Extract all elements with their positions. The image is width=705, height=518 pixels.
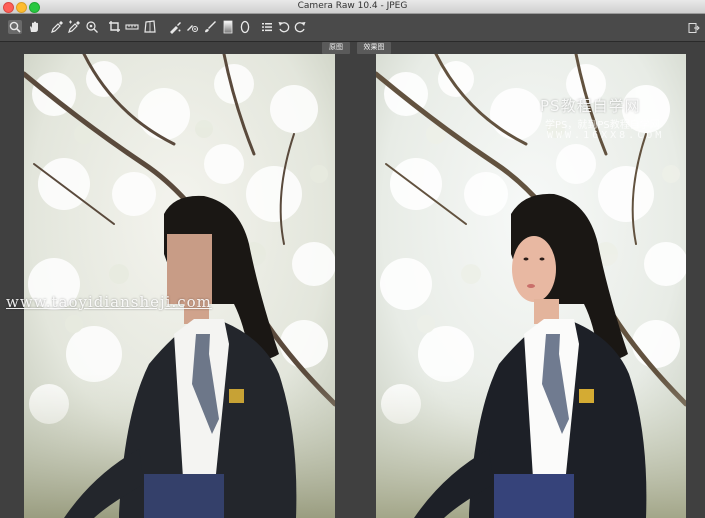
window-titlebar: Camera Raw 10.4 - JPEG <box>0 0 705 14</box>
before-view-label[interactable]: 原图 <box>322 42 350 54</box>
rotate-left-button[interactable] <box>277 20 291 34</box>
brand-watermark: PS教程自学网 <box>540 97 641 115</box>
before-photo <box>24 54 335 518</box>
transform-icon <box>144 20 156 33</box>
zoom-tool[interactable] <box>8 20 22 34</box>
rotate-cw-icon <box>294 22 306 33</box>
window-title: Camera Raw 10.4 - JPEG <box>297 1 408 11</box>
ruler-icon <box>125 24 139 30</box>
eyedropper-icon <box>51 21 63 33</box>
eyedropper-plus-icon <box>68 20 80 33</box>
crop-tool[interactable] <box>108 20 122 34</box>
tagline-watermark: 学PS，就到PS教程自学网 <box>545 120 660 131</box>
ellipse-icon <box>240 20 250 34</box>
brush-icon <box>205 21 216 33</box>
preferences-button[interactable] <box>260 20 274 34</box>
white-balance-tool[interactable] <box>50 20 64 34</box>
graduated-filter-tool[interactable] <box>221 20 235 34</box>
after-view-label[interactable]: 效果图 <box>357 42 391 54</box>
crop-icon <box>109 21 120 32</box>
rotate-ccw-icon <box>278 22 290 33</box>
straighten-tool[interactable] <box>125 20 139 34</box>
list-icon <box>262 23 272 32</box>
red-eye-icon <box>187 25 199 33</box>
exit-icon <box>688 23 700 33</box>
red-eye-tool[interactable] <box>185 20 199 34</box>
targeted-adjustment-tool[interactable] <box>85 20 99 34</box>
before-preview-panel[interactable] <box>24 54 335 518</box>
open-in-photoshop-button[interactable] <box>688 21 700 33</box>
preview-area: 原图 效果图 PS教程自学网 学PS，就到PS教程自学网 WWW.16XX8.C… <box>0 42 705 518</box>
transform-tool[interactable] <box>143 20 157 34</box>
magnifier-icon <box>9 21 21 33</box>
url-watermark: WWW.16XX8.COM <box>547 130 665 141</box>
hand-tool[interactable] <box>27 20 41 34</box>
site-watermark: www.taoyidiansheji.com <box>6 293 212 311</box>
adjustment-brush-tool[interactable] <box>203 20 217 34</box>
radial-filter-tool[interactable] <box>238 20 252 34</box>
tools-toolbar <box>0 14 705 42</box>
gradient-icon <box>223 20 233 34</box>
hand-icon <box>30 21 38 32</box>
color-sampler-tool[interactable] <box>67 20 81 34</box>
spot-removal-tool[interactable] <box>168 20 182 34</box>
target-icon <box>86 21 98 33</box>
rotate-right-button[interactable] <box>293 20 307 34</box>
brush-heal-icon <box>170 22 181 34</box>
